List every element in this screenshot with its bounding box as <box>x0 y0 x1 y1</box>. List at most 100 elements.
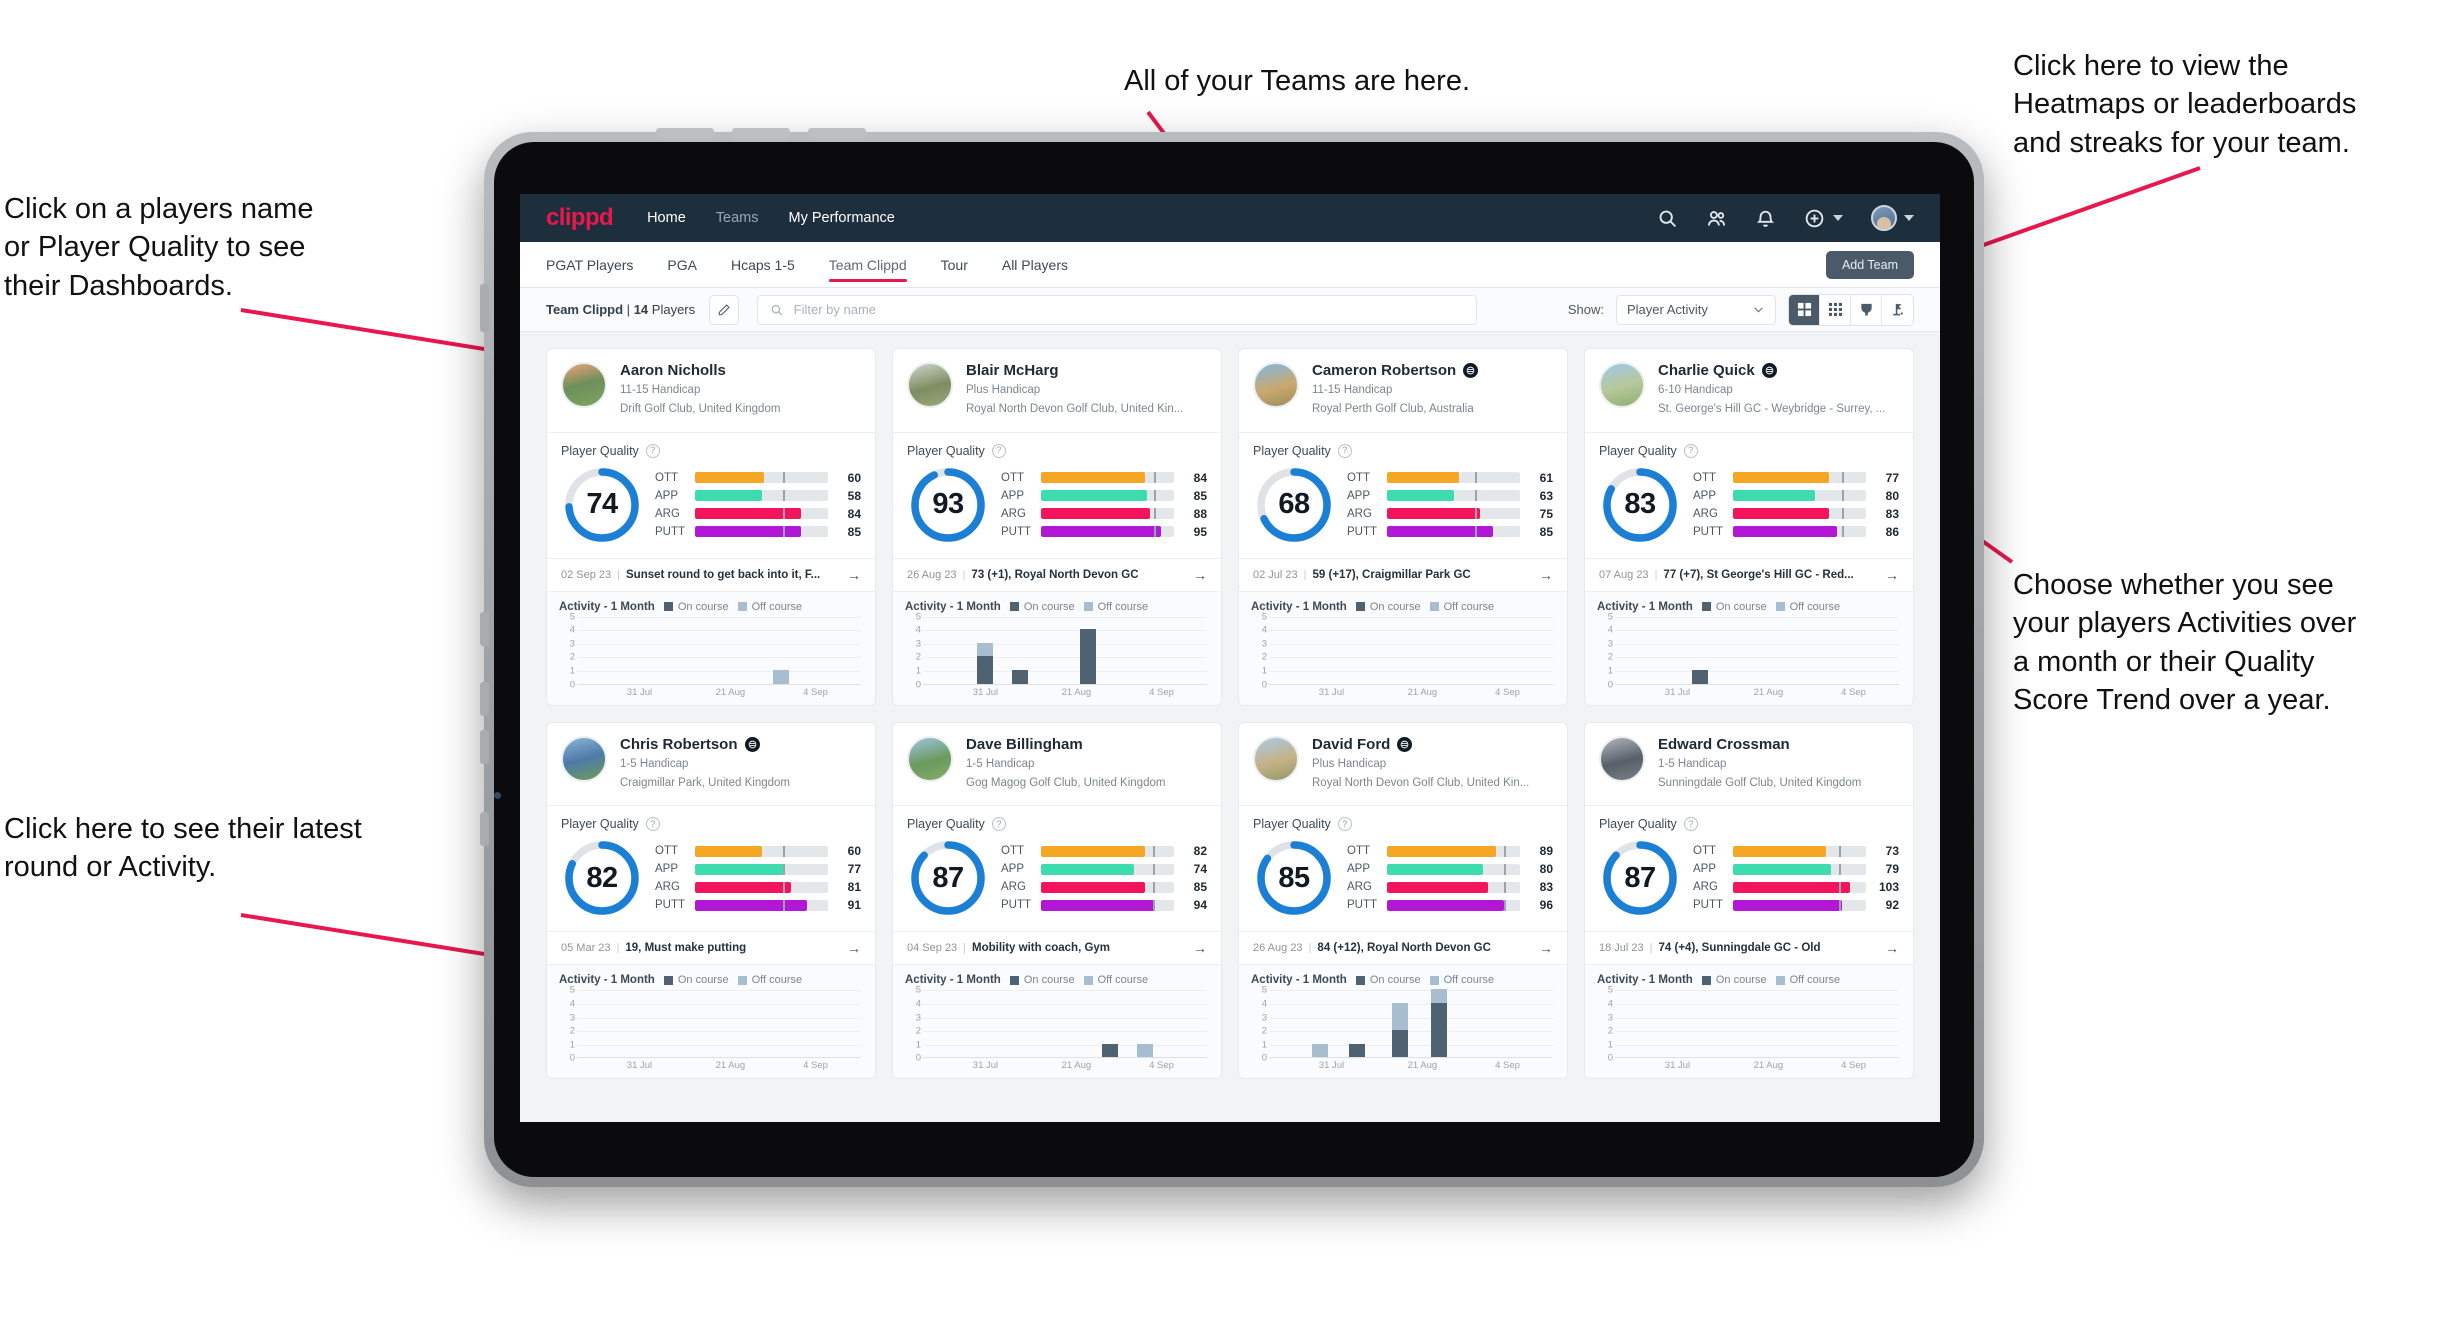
edit-team-button[interactable] <box>709 294 740 325</box>
player-card[interactable]: Dave Billingham 1-5 Handicap Gog Magog G… <box>892 721 1222 1080</box>
latest-round-row[interactable]: 26 Aug 23 | 73 (+1), Royal North Devon G… <box>893 557 1221 591</box>
player-card-header[interactable]: Cameron Robertson 11-15 Handicap Royal P… <box>1239 349 1567 432</box>
player-card-header[interactable]: Aaron Nicholls 11-15 Handicap Drift Golf… <box>547 349 875 432</box>
arrow-right-icon[interactable]: → <box>1193 567 1207 583</box>
player-name[interactable]: Dave Billingham <box>966 736 1165 753</box>
question-icon[interactable]: ? <box>1337 817 1352 832</box>
arrow-right-icon[interactable]: → <box>1539 940 1553 956</box>
player-card[interactable]: Aaron Nicholls 11-15 Handicap Drift Golf… <box>546 348 876 706</box>
tab-hcaps-1-5[interactable]: Hcaps 1-5 <box>731 242 795 288</box>
question-icon[interactable]: ? <box>645 817 660 832</box>
player-quality-body[interactable]: 87 OTT 73 APP 79 ARG 103 PUTT 92 <box>1585 835 1913 931</box>
avatar[interactable] <box>1871 205 1897 231</box>
latest-round-row[interactable]: 04 Sep 23 | Mobility with coach, Gym → <box>893 931 1221 965</box>
arrow-right-icon[interactable]: → <box>1539 567 1553 583</box>
plus-circle-icon[interactable] <box>1804 208 1843 229</box>
question-icon[interactable]: ? <box>991 817 1006 832</box>
player-quality-body[interactable]: 85 OTT 89 APP 80 ARG 83 PUTT 96 <box>1239 835 1567 931</box>
player-card[interactable]: Blair McHarg Plus Handicap Royal North D… <box>892 348 1222 706</box>
player-name[interactable]: Chris Robertson <box>620 736 790 753</box>
player-name[interactable]: Charlie Quick <box>1658 362 1885 379</box>
player-card[interactable]: Edward Crossman 1-5 Handicap Sunningdale… <box>1584 721 1914 1080</box>
player-card[interactable]: Cameron Robertson 11-15 Handicap Royal P… <box>1238 348 1568 706</box>
show-select[interactable]: Player Activity <box>1616 294 1776 325</box>
player-name[interactable]: Edward Crossman <box>1658 736 1861 753</box>
player-card-header[interactable]: David Ford Plus Handicap Royal North Dev… <box>1239 723 1567 806</box>
player-name[interactable]: Aaron Nicholls <box>620 362 780 379</box>
latest-round-row[interactable]: 26 Aug 23 | 84 (+12), Royal North Devon … <box>1239 931 1567 965</box>
nav-link-my-performance[interactable]: My Performance <box>788 210 894 226</box>
player-card[interactable]: David Ford Plus Handicap Royal North Dev… <box>1238 721 1568 1080</box>
quality-score-gauge[interactable]: 87 <box>1599 837 1681 919</box>
search-icon[interactable] <box>1657 208 1678 229</box>
quality-score-gauge[interactable]: 68 <box>1253 464 1335 546</box>
player-quality-body[interactable]: 82 OTT 60 APP 77 ARG 81 PUTT 91 <box>547 835 875 931</box>
quality-score-gauge[interactable]: 87 <box>907 837 989 919</box>
quality-metric-row: APP 85 <box>1001 489 1207 503</box>
player-card[interactable]: Chris Robertson 1-5 Handicap Craigmillar… <box>546 721 876 1080</box>
question-icon[interactable]: ? <box>1683 817 1698 832</box>
latest-round-row[interactable]: 02 Sep 23 | Sunset round to get back int… <box>547 557 875 591</box>
nav-link-teams[interactable]: Teams <box>716 210 759 226</box>
quality-metric-label: APP <box>1347 489 1371 502</box>
latest-round-row[interactable]: 05 Mar 23 | 19, Must make putting → <box>547 931 875 965</box>
nav-link-home[interactable]: Home <box>647 210 686 226</box>
player-name[interactable]: Blair McHarg <box>966 362 1183 379</box>
player-quality-body[interactable]: 74 OTT 60 APP 58 ARG 84 PUTT 85 <box>547 462 875 558</box>
clippd-logo[interactable]: clippd <box>546 204 614 232</box>
arrow-right-icon[interactable]: → <box>1885 567 1899 583</box>
player-quality-body[interactable]: 68 OTT 61 APP 63 ARG 75 PUTT 85 <box>1239 462 1567 558</box>
player-card-header[interactable]: Chris Robertson 1-5 Handicap Craigmillar… <box>547 723 875 806</box>
grid-dense-view-button[interactable] <box>1820 294 1851 325</box>
arrow-right-icon[interactable]: → <box>847 567 861 583</box>
activity-header: Activity - 1 Month On course Off course <box>905 601 1209 613</box>
tab-all-players[interactable]: All Players <box>1002 242 1068 288</box>
quality-metric-list: OTT 73 APP 79 ARG 103 PUTT 92 <box>1693 844 1899 912</box>
quality-score-gauge[interactable]: 83 <box>1599 464 1681 546</box>
player-card-header[interactable]: Dave Billingham 1-5 Handicap Gog Magog G… <box>893 723 1221 806</box>
heatmap-view-button[interactable] <box>1882 295 1913 325</box>
search-container[interactable] <box>757 294 1478 325</box>
quality-metric-track <box>695 508 828 520</box>
player-quality-body[interactable]: 87 OTT 82 APP 74 ARG 85 PUTT 94 <box>893 835 1221 931</box>
tab-pga[interactable]: PGA <box>667 242 697 288</box>
annotation-player-names: Click on a players name or Player Qualit… <box>4 193 314 302</box>
chevron-down-icon[interactable] <box>1833 215 1843 221</box>
tab-tour[interactable]: Tour <box>941 242 968 288</box>
player-quality-body[interactable]: 93 OTT 84 APP 85 ARG 88 PUTT 95 <box>893 462 1221 558</box>
latest-round-date: 02 Jul 23 <box>1253 568 1298 581</box>
question-icon[interactable]: ? <box>645 443 660 458</box>
chart-y-tick: 5 <box>1261 611 1267 623</box>
add-team-button[interactable]: Add Team <box>1825 250 1914 279</box>
arrow-right-icon[interactable]: → <box>1193 940 1207 956</box>
people-icon[interactable] <box>1706 208 1727 229</box>
quality-score-gauge[interactable]: 74 <box>561 464 643 546</box>
player-quality-header: Player Quality ? <box>1239 433 1567 462</box>
player-card[interactable]: Charlie Quick 6-10 Handicap St. George's… <box>1584 348 1914 706</box>
arrow-right-icon[interactable]: → <box>847 940 861 956</box>
quality-score-gauge[interactable]: 85 <box>1253 837 1335 919</box>
player-card-header[interactable]: Blair McHarg Plus Handicap Royal North D… <box>893 349 1221 432</box>
latest-round-row[interactable]: 02 Jul 23 | 59 (+17), Craigmillar Park G… <box>1239 557 1567 591</box>
latest-round-row[interactable]: 18 Jul 23 | 74 (+4), Sunningdale GC - Ol… <box>1585 931 1913 965</box>
tab-team-clippd[interactable]: Team Clippd <box>828 242 907 288</box>
question-icon[interactable]: ? <box>1337 443 1352 458</box>
player-name[interactable]: David Ford <box>1312 736 1529 753</box>
quality-score-gauge[interactable]: 82 <box>561 837 643 919</box>
chart-x-tick: 4 Sep <box>1841 1060 1866 1072</box>
tab-pgat-players[interactable]: PGAT Players <box>546 242 633 288</box>
leaderboard-view-button[interactable] <box>1851 294 1882 325</box>
grid-large-view-button[interactable] <box>1789 294 1820 325</box>
player-quality-body[interactable]: 83 OTT 77 APP 80 ARG 83 PUTT 86 <box>1585 462 1913 558</box>
arrow-right-icon[interactable]: → <box>1885 940 1899 956</box>
search-input[interactable] <box>793 302 1465 317</box>
bell-icon[interactable] <box>1755 208 1776 229</box>
question-icon[interactable]: ? <box>991 443 1006 458</box>
quality-score-gauge[interactable]: 93 <box>907 464 989 546</box>
player-card-header[interactable]: Edward Crossman 1-5 Handicap Sunningdale… <box>1585 723 1913 806</box>
latest-round-row[interactable]: 07 Aug 23 | 77 (+7), St George's Hill GC… <box>1585 557 1913 591</box>
chevron-down-icon-profile[interactable] <box>1904 215 1914 221</box>
question-icon[interactable]: ? <box>1683 443 1698 458</box>
player-card-header[interactable]: Charlie Quick 6-10 Handicap St. George's… <box>1585 349 1913 432</box>
player-name[interactable]: Cameron Robertson <box>1312 362 1479 379</box>
